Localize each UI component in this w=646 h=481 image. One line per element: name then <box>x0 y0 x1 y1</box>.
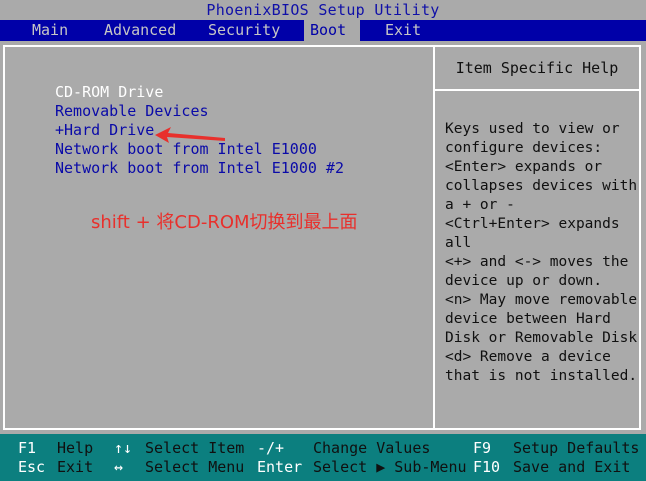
key-legend: F1 Help ↑↓ Select Item -/+ Change Values… <box>0 434 646 481</box>
tab-exit[interactable]: Exit <box>379 20 427 41</box>
panel-frame: Item Specific Help Keys used to view or … <box>3 45 641 430</box>
tab-advanced[interactable]: Advanced <box>98 20 182 41</box>
boot-item-cdrom[interactable]: CD-ROM Drive <box>55 83 344 102</box>
tab-security[interactable]: Security <box>202 20 286 41</box>
key-updown-desc: Select Item <box>145 439 245 457</box>
key-enter-desc: Select ▶ Sub-Menu <box>313 458 467 476</box>
tab-boot[interactable]: Boot <box>304 20 360 41</box>
menu-bar: Main Advanced Security Boot Exit <box>0 20 646 41</box>
key-updown: ↑↓ <box>114 439 133 457</box>
key-esc-desc: Exit <box>57 458 94 476</box>
help-title: Item Specific Help <box>455 59 619 77</box>
arrow-left-icon <box>155 127 225 143</box>
main-panel: Item Specific Help Keys used to view or … <box>0 41 646 434</box>
key-f9-desc: Setup Defaults <box>513 439 640 457</box>
key-f1: F1 <box>18 439 37 457</box>
boot-item-network-2[interactable]: Network boot from Intel E1000 #2 <box>55 159 344 178</box>
help-divider <box>435 89 639 91</box>
key-leftright: ↔ <box>114 458 124 476</box>
key-f1-desc: Help <box>57 439 94 457</box>
key-esc: Esc <box>18 458 46 476</box>
tab-main[interactable]: Main <box>26 20 74 41</box>
boot-item-removable[interactable]: Removable Devices <box>55 102 344 121</box>
annotation-text: shift + 将CD-ROM切换到最上面 <box>91 212 358 233</box>
key-f10: F10 <box>473 458 501 476</box>
key-enter: Enter <box>257 458 303 476</box>
key-f10-desc: Save and Exit <box>513 458 631 476</box>
help-text: Keys used to view or configure devices: … <box>445 121 638 384</box>
key-leftright-desc: Select Menu <box>145 458 245 476</box>
key-plusminus-desc: Change Values <box>313 439 431 457</box>
key-plusminus: -/+ <box>257 439 285 457</box>
panel-divider <box>433 47 435 428</box>
window-title: PhoenixBIOS Setup Utility <box>0 0 646 20</box>
key-f9: F9 <box>473 439 492 457</box>
